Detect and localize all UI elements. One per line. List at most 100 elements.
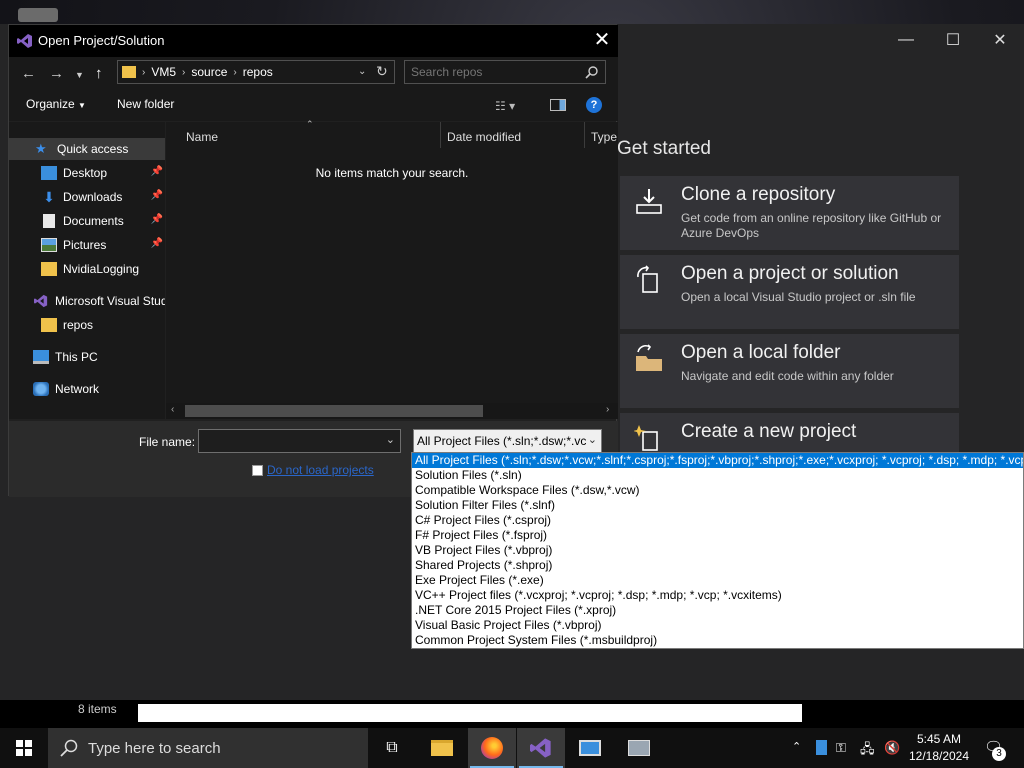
- dropdown-option[interactable]: Shared Projects (*.shproj): [412, 558, 1023, 573]
- pin-icon: 📌: [150, 190, 163, 201]
- open-folder-card[interactable]: Open a local folder Navigate and edit co…: [620, 334, 959, 408]
- chevron-down-icon[interactable]: ⌄: [386, 433, 395, 446]
- file-name-label: File name:: [139, 435, 196, 449]
- open-project-card[interactable]: Open a project or solution Open a local …: [620, 255, 959, 329]
- folder-icon: [41, 262, 57, 276]
- empty-results-message: No items match your search.: [315, 166, 469, 180]
- help-icon[interactable]: ?: [586, 97, 602, 113]
- scrollbar-thumb[interactable]: [185, 405, 483, 417]
- breadcrumb-vm5[interactable]: VM5: [151, 65, 176, 79]
- maximize-button[interactable]: ☐: [930, 24, 976, 56]
- dropdown-option[interactable]: .NET Core 2015 Project Files (*.xproj): [412, 603, 1023, 618]
- breadcrumb-separator-icon: ›: [233, 66, 237, 78]
- dropdown-option[interactable]: F# Project Files (*.fsproj): [412, 528, 1023, 543]
- open-folder-icon: [636, 344, 662, 371]
- refresh-icon[interactable]: ↻: [376, 63, 388, 80]
- file-explorer-taskbar-button[interactable]: [418, 728, 466, 768]
- scroll-left-icon[interactable]: ‹: [171, 404, 174, 415]
- dialog-title-bar[interactable]: Open Project/Solution ✕: [9, 25, 618, 57]
- nav-label: repos: [63, 318, 94, 332]
- column-divider[interactable]: [584, 122, 585, 148]
- do-not-load-projects-checkbox[interactable]: [252, 465, 263, 476]
- file-type-select[interactable]: All Project Files (*.sln;*.dsw;*.vc ⌄: [413, 429, 602, 453]
- breadcrumb-repos[interactable]: repos: [243, 65, 273, 79]
- nav-microsoft-visual-studio[interactable]: Microsoft Visual Stud: [9, 290, 165, 312]
- scroll-right-icon[interactable]: ›: [606, 404, 609, 415]
- task-view-button[interactable]: ⧉: [368, 728, 416, 768]
- firefox-taskbar-button[interactable]: [468, 728, 516, 768]
- nav-label: Downloads: [63, 190, 123, 204]
- file-explorer-icon: [431, 740, 453, 756]
- explorer-panel: [138, 704, 802, 722]
- nav-downloads[interactable]: ⬇ Downloads 📌: [9, 186, 165, 208]
- clone-repository-card[interactable]: Clone a repository Get code from an onli…: [620, 176, 959, 250]
- close-button[interactable]: ✕: [977, 24, 1023, 56]
- dropdown-option[interactable]: Visual Basic Project Files (*.vbproj): [412, 618, 1023, 633]
- dropdown-option[interactable]: Compatible Workspace Files (*.dsw,*.vcw): [412, 483, 1023, 498]
- minimize-button[interactable]: —: [883, 24, 929, 56]
- nav-documents[interactable]: Documents 📌: [9, 210, 165, 232]
- dropdown-option[interactable]: VB Project Files (*.vbproj): [412, 543, 1023, 558]
- horizontal-scrollbar[interactable]: ‹ ›: [166, 403, 618, 419]
- dropdown-option[interactable]: VC++ Project files (*.vcxproj; *.vcproj;…: [412, 588, 1023, 603]
- dialog-close-button[interactable]: ✕: [589, 28, 615, 54]
- address-bar[interactable]: › VM5 › source › repos ⌄ ↻: [117, 60, 395, 84]
- taskbar-search-box[interactable]: Type here to search: [48, 728, 368, 768]
- column-header-type[interactable]: Type: [591, 130, 617, 144]
- dropdown-option[interactable]: Exe Project Files (*.exe): [412, 573, 1023, 588]
- desktop-shortcut-icon[interactable]: [18, 8, 58, 22]
- new-folder-button[interactable]: New folder: [117, 97, 174, 111]
- visual-studio-taskbar-button[interactable]: [517, 728, 565, 768]
- nav-quick-access[interactable]: ★ Quick access: [9, 138, 165, 160]
- dropdown-option[interactable]: Common Project System Files (*.msbuildpr…: [412, 633, 1023, 648]
- nav-desktop[interactable]: Desktop 📌: [9, 162, 165, 184]
- card-description: Navigate and edit code within any folder: [681, 369, 894, 383]
- nav-nvidialogging[interactable]: NvidiaLogging: [9, 258, 165, 280]
- dropdown-option[interactable]: All Project Files (*.sln;*.dsw;*.vcw;*.s…: [412, 453, 1023, 468]
- volume-muted-icon[interactable]: 🔇: [884, 740, 900, 756]
- organize-button[interactable]: Organize ▼: [26, 97, 86, 111]
- dropdown-option[interactable]: C# Project Files (*.csproj): [412, 513, 1023, 528]
- nav-this-pc[interactable]: This PC: [9, 346, 165, 368]
- show-hidden-icons-icon[interactable]: ⌃: [792, 740, 801, 753]
- new-project-icon: [634, 425, 658, 451]
- nav-pictures[interactable]: Pictures 📌: [9, 234, 165, 256]
- recent-locations-chevron-icon[interactable]: ▼: [75, 70, 84, 80]
- system-clock[interactable]: 5:45 AM 12/18/2024: [904, 731, 974, 765]
- preview-pane-icon[interactable]: [550, 99, 566, 111]
- nav-label: Microsoft Visual Stud: [55, 294, 165, 308]
- column-divider[interactable]: [440, 122, 441, 148]
- search-box[interactable]: [404, 60, 606, 84]
- taskbar: Type here to search ⧉ ⌃ ⚿ 🖧 🔇 5:45 AM 12…: [0, 728, 1024, 768]
- tray-app-icon[interactable]: [816, 740, 827, 755]
- dropdown-option[interactable]: Solution Filter Files (*.slnf): [412, 498, 1023, 513]
- get-started-heading: Get started: [617, 138, 711, 159]
- column-header-name[interactable]: Name: [186, 130, 218, 144]
- back-arrow-icon[interactable]: ←: [21, 65, 36, 82]
- desktop-icon: [41, 166, 57, 180]
- breadcrumb-source[interactable]: source: [191, 65, 227, 79]
- up-arrow-icon[interactable]: ↑: [95, 65, 103, 82]
- address-dropdown-icon[interactable]: ⌄: [358, 66, 366, 77]
- file-name-input[interactable]: ⌄: [198, 429, 401, 453]
- documents-icon: [43, 214, 55, 228]
- nav-repos[interactable]: repos: [9, 314, 165, 336]
- dropdown-option[interactable]: Solution Files (*.sln): [412, 468, 1023, 483]
- view-options-icon[interactable]: ☷ ▾: [495, 99, 515, 113]
- column-header-date-modified[interactable]: Date modified: [447, 130, 521, 144]
- search-input[interactable]: [411, 65, 581, 79]
- do-not-load-projects-label[interactable]: Do not load projects: [267, 463, 374, 477]
- create-project-card[interactable]: Create a new project: [620, 413, 959, 453]
- network-app-taskbar-button[interactable]: [615, 728, 663, 768]
- forward-arrow-icon[interactable]: →: [49, 65, 64, 82]
- card-title: Open a local folder: [681, 342, 841, 363]
- nav-label: Quick access: [57, 142, 129, 156]
- nav-network[interactable]: Network: [9, 378, 165, 400]
- remote-desktop-taskbar-button[interactable]: [566, 728, 614, 768]
- network-icon: [33, 382, 49, 396]
- security-icon[interactable]: ⚿: [836, 740, 846, 756]
- chevron-down-icon[interactable]: ⌄: [585, 433, 597, 446]
- network-status-icon[interactable]: 🖧: [860, 740, 875, 762]
- sort-ascending-icon: ⌃: [306, 119, 314, 129]
- start-button[interactable]: [0, 728, 48, 768]
